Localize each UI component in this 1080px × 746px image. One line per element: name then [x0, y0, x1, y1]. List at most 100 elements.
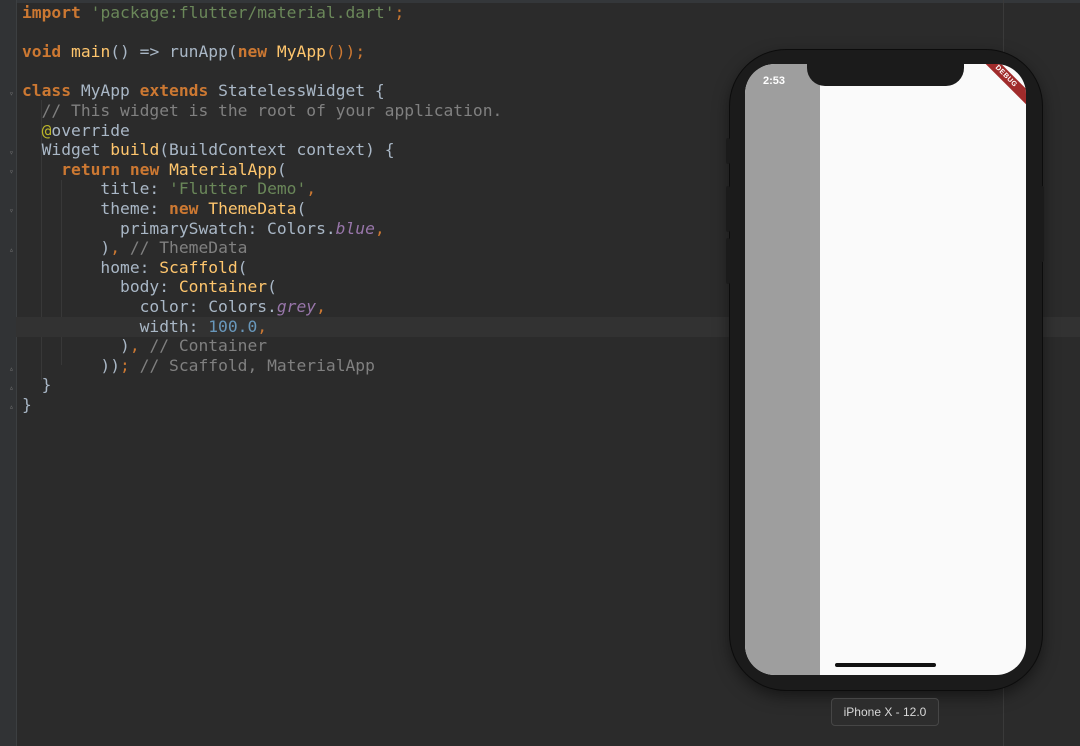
code-line[interactable] — [22, 62, 502, 82]
notch — [807, 64, 964, 86]
code-line[interactable]: Widget build(BuildContext context) { — [22, 140, 502, 160]
code-token: () => runApp( — [110, 42, 238, 62]
code-line[interactable]: } — [22, 395, 502, 415]
code-line[interactable]: body: Container( — [22, 277, 502, 297]
code-token: build — [110, 140, 160, 160]
code-token: void — [22, 42, 62, 62]
fold-marker-icon[interactable]: ▿ — [9, 207, 17, 215]
code-line[interactable]: title: 'Flutter Demo', — [22, 179, 502, 199]
code-line[interactable]: primarySwatch: Colors.blue, — [22, 219, 502, 239]
code-token: Container — [178, 277, 268, 297]
fold-marker-icon[interactable]: ▿ — [9, 90, 17, 98]
code-line[interactable]: import 'package:flutter/material.dart'; — [22, 3, 502, 23]
code-token: , — [110, 238, 121, 258]
code-token: // ThemeData — [120, 238, 248, 258]
code-line[interactable]: class MyApp extends StatelessWidget { — [22, 81, 502, 101]
code-token: override — [51, 120, 130, 140]
code-token: import — [22, 3, 81, 22]
code-line[interactable]: // This widget is the root of your appli… — [22, 100, 503, 121]
code-token: (BuildContext context) { — [159, 140, 395, 160]
code-line[interactable]: )); // Scaffold, MaterialApp — [22, 356, 502, 376]
code-token: primarySwatch: Colors. — [22, 218, 336, 238]
code-token: } — [22, 375, 52, 395]
code-token: return — [61, 159, 121, 179]
volume-up-button — [726, 186, 730, 232]
code-line[interactable]: @override — [22, 121, 502, 141]
code-token: title: — [22, 179, 170, 199]
code-token: ( — [267, 277, 277, 297]
code-token: blue — [335, 218, 375, 238]
code-line[interactable] — [22, 23, 502, 43]
code-token: ( — [237, 257, 248, 277]
code-token: MaterialApp — [169, 159, 277, 179]
fold-end-icon[interactable]: ▵ — [9, 384, 17, 392]
device-label: iPhone X - 12.0 — [831, 698, 939, 726]
mute-switch — [726, 138, 730, 164]
volume-down-button — [726, 238, 730, 284]
code-token: , — [374, 218, 385, 238]
editor-gutter: ▿ ▿ ▿ ▿ ▵ ▵ ▵ ▵ — [0, 0, 17, 746]
code-token: Widget — [22, 140, 111, 160]
fold-end-icon[interactable]: ▵ — [9, 403, 17, 411]
code-token: ; — [120, 355, 130, 375]
code-token: main — [71, 42, 111, 62]
simulator-screen[interactable]: 2:53 DEBUG — [745, 64, 1026, 675]
code-token: StatelessWidget { — [208, 81, 385, 101]
code-line[interactable]: ), // Container — [22, 336, 502, 356]
code-token: new — [129, 159, 160, 179]
code-token: , — [129, 336, 140, 356]
fold-marker-icon[interactable]: ▿ — [9, 168, 17, 176]
code-editor[interactable]: import 'package:flutter/material.dart'; … — [22, 3, 502, 414]
code-token: body: — [22, 277, 179, 297]
code-line[interactable]: theme: new ThemeData( — [22, 199, 502, 219]
power-button — [1040, 186, 1044, 262]
code-token: } — [22, 394, 32, 414]
code-token: MyApp — [71, 81, 140, 101]
code-line[interactable]: home: Scaffold( — [22, 258, 502, 278]
code-token: MyApp — [276, 42, 326, 62]
code-token: ( — [276, 159, 287, 179]
fold-end-icon[interactable]: ▵ — [9, 365, 17, 373]
fold-end-icon[interactable]: ▵ — [9, 246, 17, 254]
code-token: // Container — [139, 336, 268, 356]
code-token: width: — [22, 316, 209, 336]
code-token: ()); — [325, 42, 366, 62]
code-token: , — [257, 316, 268, 336]
fold-marker-icon[interactable]: ▿ — [9, 149, 17, 157]
code-line[interactable]: color: Colors.grey, — [22, 297, 502, 317]
code-token: new — [169, 198, 199, 218]
code-token: 'package:flutter/material.dart' — [90, 3, 395, 22]
code-token: class — [22, 81, 72, 101]
code-line[interactable]: return new MaterialApp( — [22, 160, 502, 180]
code-token: ) — [22, 238, 111, 258]
code-token: grey — [276, 296, 317, 316]
code-token: home: — [22, 257, 160, 277]
code-line[interactable]: width: 100.0, — [22, 317, 502, 337]
code-token: , — [316, 296, 326, 316]
code-line[interactable]: } — [22, 375, 502, 395]
code-token: ( — [296, 198, 307, 218]
code-token: // This widget is the root of your appli… — [22, 100, 503, 120]
code-token: // Scaffold, MaterialApp — [129, 355, 375, 375]
home-indicator[interactable] — [835, 663, 936, 667]
code-token: Scaffold — [159, 257, 238, 277]
code-line[interactable]: ), // ThemeData — [22, 238, 502, 258]
code-token: ThemeData — [208, 198, 297, 218]
code-token: , — [306, 179, 317, 199]
code-token: )) — [22, 355, 121, 375]
code-token: @ — [41, 120, 52, 140]
status-bar-time: 2:53 — [763, 75, 786, 87]
code-token: new — [237, 42, 268, 62]
code-token: ) — [22, 336, 130, 356]
code-token: 100.0 — [208, 316, 258, 336]
code-token: theme: — [22, 198, 170, 218]
code-line[interactable]: void main() => runApp(new MyApp()); — [22, 42, 502, 62]
